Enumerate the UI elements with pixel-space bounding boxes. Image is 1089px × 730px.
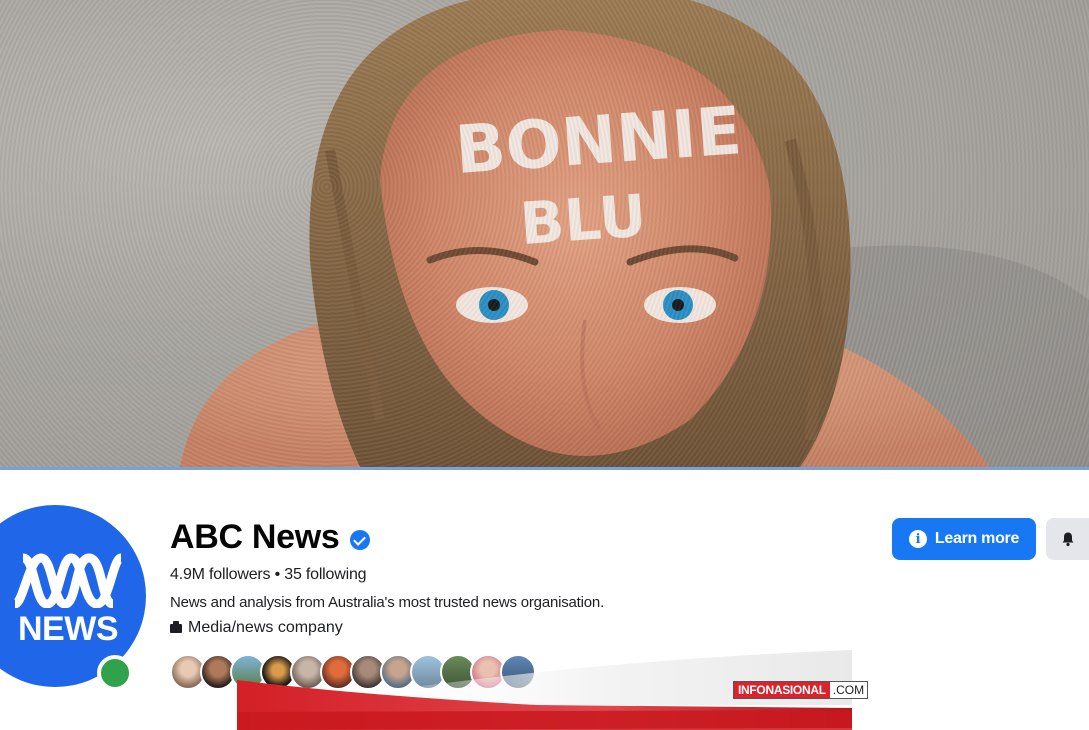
page-title: ABC News <box>170 518 370 557</box>
forehead-text-line1: BONNIE <box>453 92 744 189</box>
verified-badge-icon <box>349 529 370 550</box>
bell-icon <box>1062 532 1074 547</box>
abc-logo-icon <box>12 552 124 608</box>
cover-illustration: BONNIE BLU <box>180 0 1089 467</box>
cover-photo[interactable]: BONNIE BLU <box>0 0 1089 467</box>
watermark-label: INFONASIONAL .COM <box>733 681 869 699</box>
forehead-text-line2: BLU <box>518 181 649 258</box>
page-category: Media/news company <box>170 619 343 637</box>
info-icon: i <box>908 530 927 548</box>
watermark-tld: .COM <box>829 682 868 698</box>
cover-divider <box>0 467 1089 470</box>
briefcase-icon <box>170 620 182 633</box>
watermark-brand: INFONASIONAL <box>734 682 830 698</box>
category-label: Media/news company <box>188 619 343 636</box>
page-bio: News and analysis from Australia's most … <box>170 594 605 611</box>
follower-stats[interactable]: 4.9M followers • 35 following <box>170 566 367 584</box>
learn-more-button[interactable]: i Learn more <box>892 518 1036 560</box>
page-name-text: ABC News <box>170 518 340 556</box>
online-status-icon <box>97 655 133 691</box>
learn-more-label: Learn more <box>934 530 1020 547</box>
notifications-button[interactable] <box>1046 518 1089 560</box>
avatar-text: NEWS <box>18 609 119 648</box>
